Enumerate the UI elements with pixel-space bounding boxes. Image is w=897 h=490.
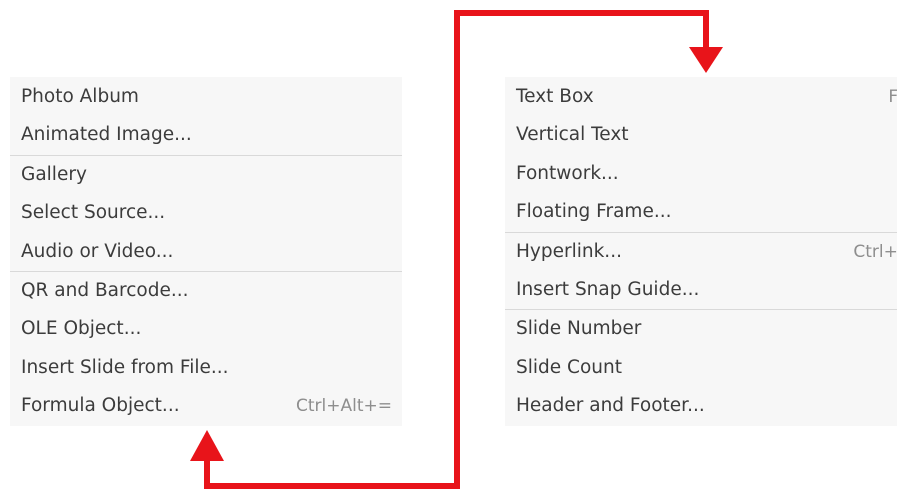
menu-item-label: Gallery xyxy=(21,163,87,185)
menu-item-animated-image[interactable]: Animated Image... xyxy=(10,116,402,154)
menu-item-label: Photo Album xyxy=(21,86,139,107)
insert-menu-lower-section: Photo Album Animated Image... Gallery Se… xyxy=(10,77,402,426)
menu-continuation-screenshot: Photo Album Animated Image... Gallery Se… xyxy=(0,0,897,490)
menu-item-label: Text Box xyxy=(516,86,594,107)
menu-item-audio-or-video[interactable]: Audio or Video... xyxy=(10,233,402,271)
menu-item-slide-number[interactable]: Slide Number xyxy=(505,310,897,348)
menu-item-fontwork[interactable]: Fontwork... xyxy=(505,155,897,193)
menu-item-header-and-footer[interactable]: Header and Footer... xyxy=(505,387,897,425)
menu-item-label: Vertical Text xyxy=(516,124,629,146)
arrowhead-up-icon xyxy=(190,430,224,461)
menu-item-photo-album[interactable]: Photo Album xyxy=(10,78,402,116)
menu-item-label: OLE Object... xyxy=(21,318,142,340)
menu-item-shortcut: Ctrl+K xyxy=(853,241,897,262)
menu-item-label: Slide Number xyxy=(516,318,642,340)
menu-item-label: Select Source... xyxy=(21,202,166,224)
menu-item-label: Slide Count xyxy=(516,356,622,378)
menu-item-label: Audio or Video... xyxy=(21,240,174,262)
menu-item-label: Animated Image... xyxy=(21,124,192,146)
menu-item-label: Formula Object... xyxy=(21,395,180,417)
menu-item-label: Insert Snap Guide... xyxy=(516,278,700,300)
menu-item-label: QR and Barcode... xyxy=(21,279,189,301)
menu-item-text-box[interactable]: Text Box F2 xyxy=(505,78,897,116)
menu-item-insert-snap-guide[interactable]: Insert Snap Guide... xyxy=(505,271,897,309)
menu-item-label: Fontwork... xyxy=(516,162,619,184)
menu-item-insert-slide-from-file[interactable]: Insert Slide from File... xyxy=(10,349,402,387)
menu-item-ole-object[interactable]: OLE Object... xyxy=(10,310,402,348)
menu-item-vertical-text[interactable]: Vertical Text xyxy=(505,116,897,154)
menu-item-floating-frame[interactable]: Floating Frame... xyxy=(505,193,897,231)
insert-menu-upper-section: Text Box F2 Vertical Text Fontwork... Fl… xyxy=(505,77,897,426)
menu-item-label: Insert Slide from File... xyxy=(21,356,229,378)
menu-item-slide-count[interactable]: Slide Count xyxy=(505,349,897,387)
menu-item-formula-object[interactable]: Formula Object... Ctrl+Alt+= xyxy=(10,387,402,425)
menu-item-shortcut: Ctrl+Alt+= xyxy=(296,396,392,417)
arrowhead-down-icon xyxy=(689,47,723,73)
menu-item-qr-and-barcode[interactable]: QR and Barcode... xyxy=(10,272,402,310)
menu-item-label: Hyperlink... xyxy=(516,240,622,262)
menu-item-label: Floating Frame... xyxy=(516,201,672,223)
menu-item-select-source[interactable]: Select Source... xyxy=(10,194,402,232)
menu-item-hyperlink[interactable]: Hyperlink... Ctrl+K xyxy=(505,233,897,271)
menu-item-gallery[interactable]: Gallery xyxy=(10,156,402,194)
menu-item-shortcut: F2 xyxy=(888,87,897,107)
menu-item-label: Header and Footer... xyxy=(516,395,705,417)
